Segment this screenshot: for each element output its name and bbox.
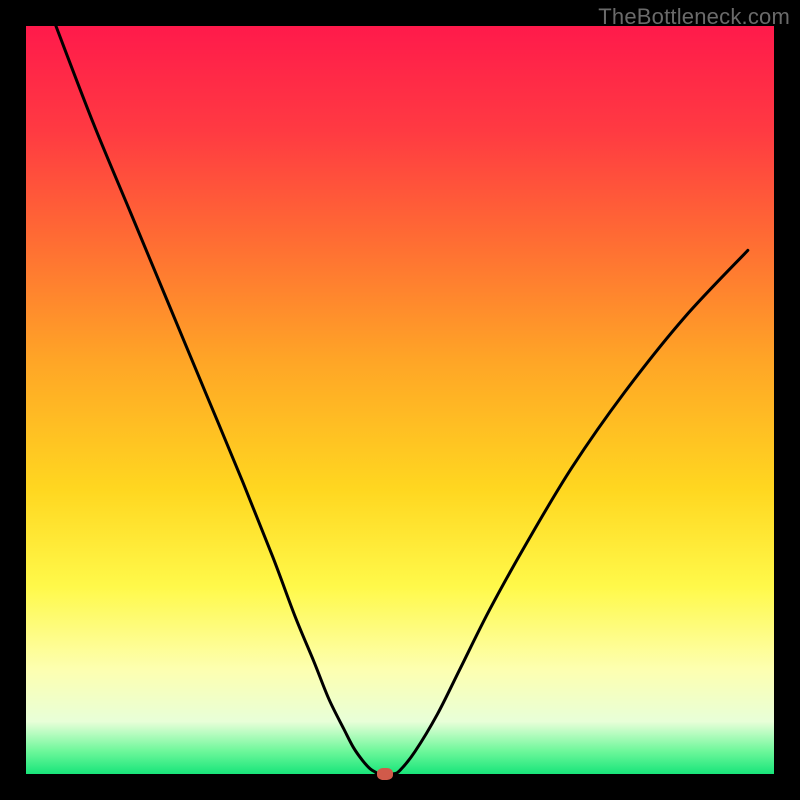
watermark-text: TheBottleneck.com xyxy=(598,4,790,30)
plot-area xyxy=(26,26,774,774)
chart-frame: TheBottleneck.com xyxy=(0,0,800,800)
bottleneck-curve xyxy=(26,26,774,774)
curve-path xyxy=(56,26,748,774)
minimum-marker xyxy=(377,768,393,780)
